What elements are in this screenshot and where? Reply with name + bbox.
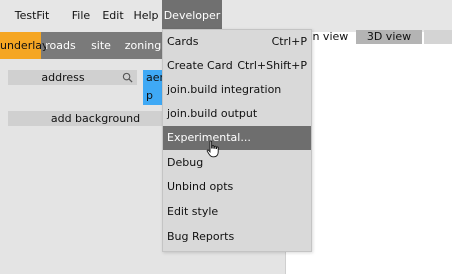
tab-underlay[interactable]: underlay [0, 32, 49, 59]
tab-roads[interactable]: roads [43, 32, 78, 59]
menu-item-label: Edit style [167, 205, 219, 218]
menu-item-label: Bug Reports [167, 230, 235, 243]
view-tab-filler [424, 30, 452, 44]
menu-item-label: Unbind opts [167, 180, 234, 193]
menu-item-experimental[interactable]: Experimental... [163, 126, 311, 150]
menu-item-shortcut: Ctrl+P [271, 35, 307, 48]
menu-edit[interactable]: Edit [101, 0, 125, 32]
menu-file[interactable]: File [68, 0, 94, 32]
menu-item-cards[interactable]: Cards Ctrl+P [163, 30, 311, 54]
menu-developer[interactable]: Developer [162, 0, 222, 32]
menu-item-join-build-output[interactable]: join.build output [163, 102, 311, 126]
menu-item-debug[interactable]: Debug [163, 151, 311, 175]
tab-zoning[interactable]: zoning [124, 32, 162, 59]
menu-item-label: join.build output [167, 107, 258, 120]
developer-menu: Cards Ctrl+P Create Card Ctrl+Shift+P jo… [162, 29, 312, 252]
add-background-button[interactable]: add background [8, 111, 183, 126]
tab-3d-view[interactable]: 3D view [356, 30, 422, 44]
menu-item-bug-reports[interactable]: Bug Reports [163, 225, 311, 249]
menu-item-label: join.build integration [167, 83, 282, 96]
search-icon[interactable] [122, 72, 133, 83]
aerial-label-2: p [146, 89, 153, 102]
menu-item-label: Create Card [167, 59, 233, 72]
menu-item-create-card[interactable]: Create Card Ctrl+Shift+P [163, 54, 311, 78]
menu-item-edit-style[interactable]: Edit style [163, 200, 311, 224]
menu-help[interactable]: Help [132, 0, 160, 32]
menu-item-unbind-opts[interactable]: Unbind opts [163, 175, 311, 199]
menu-item-join-build-integration[interactable]: join.build integration [163, 78, 311, 102]
menu-item-shortcut: Ctrl+Shift+P [237, 59, 307, 72]
menu-item-label: Cards [167, 35, 199, 48]
hand-cursor-icon [206, 140, 219, 158]
tab-site[interactable]: site [86, 32, 116, 59]
menu-bar: TestFit Beta File Edit Help Developer [0, 0, 452, 54]
menu-item-label: Debug [167, 156, 204, 169]
menu-app[interactable]: TestFit Beta [4, 0, 60, 54]
address-search[interactable]: address [8, 70, 137, 85]
address-label: address [41, 71, 85, 84]
